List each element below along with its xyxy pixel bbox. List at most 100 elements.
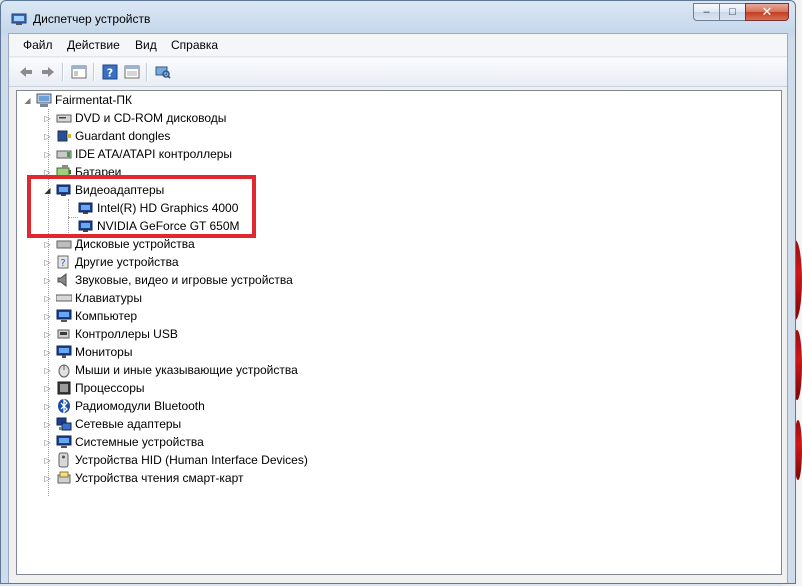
disk-drive-icon <box>56 240 72 249</box>
tree-device-intel-hd[interactable]: Intel(R) HD Graphics 4000 <box>78 199 238 217</box>
tree-item-display-adapters[interactable]: ◢ Видеоадаптеры <box>43 181 164 199</box>
tree-item-label: Устройства HID (Human Interface Devices) <box>75 453 308 467</box>
tree-item-label: Компьютер <box>75 309 138 323</box>
collapse-arrow-icon[interactable]: ◢ <box>43 181 52 199</box>
toolbar-separator <box>146 63 148 81</box>
tree-item-other-devices[interactable]: ▷ ? Другие устройства <box>43 253 179 271</box>
tree-item-keyboards[interactable]: ▷ Клавиатуры <box>43 289 142 307</box>
expand-arrow-icon[interactable]: ▷ <box>43 451 52 469</box>
expand-arrow-icon[interactable]: ▷ <box>43 325 52 343</box>
window-title: Диспетчер устройств <box>33 12 151 26</box>
tree-item-label: Intel(R) HD Graphics 4000 <box>97 201 239 215</box>
tree-item-label: Контроллеры USB <box>75 327 178 341</box>
ide-controller-icon <box>56 150 72 159</box>
tree-item-usb[interactable]: ▷ Контроллеры USB <box>43 325 178 343</box>
hid-icon <box>58 452 69 468</box>
menu-bar: Файл Действие Вид Справка <box>9 34 787 57</box>
expand-arrow-icon[interactable]: ▷ <box>43 235 52 253</box>
network-adapter-icon <box>56 417 72 431</box>
tree-item-label: Мониторы <box>75 345 133 359</box>
tree-item-dvd[interactable]: ▷ DVD и CD-ROM дисководы <box>43 109 226 127</box>
computer-icon <box>36 93 52 107</box>
tree-item-bluetooth[interactable]: ▷ Радиомодули Bluetooth <box>43 397 205 415</box>
expand-arrow-icon[interactable]: ▷ <box>43 163 52 181</box>
menu-action[interactable]: Действие <box>67 38 120 52</box>
tree-item-mice[interactable]: ▷ Мыши и иные указывающие устройства <box>43 361 298 379</box>
expand-arrow-icon[interactable]: ▷ <box>43 343 52 361</box>
tree-item-system[interactable]: ▷ Системные устройства <box>43 433 204 451</box>
close-icon: ✕ <box>761 4 773 19</box>
expand-arrow-icon[interactable]: ▷ <box>43 433 52 451</box>
client-area: Файл Действие Вид Справка ? ◢ Fairmentat… <box>8 33 788 583</box>
collapse-arrow-icon[interactable]: ◢ <box>23 91 32 109</box>
speaker-icon <box>57 272 67 288</box>
back-arrow-icon[interactable] <box>17 63 35 81</box>
help-icon[interactable]: ? <box>101 63 119 81</box>
minimize-button[interactable]: – <box>693 3 719 21</box>
tree-item-sound[interactable]: ▷ Звуковые, видео и игровые устройства <box>43 271 293 289</box>
tree-device-nvidia[interactable]: NVIDIA GeForce GT 650M <box>78 217 240 235</box>
tree-root-node[interactable]: ◢ Fairmentat-ПК <box>23 91 132 109</box>
tree-item-computer[interactable]: ▷ Компьютер <box>43 307 137 325</box>
expand-arrow-icon[interactable]: ▷ <box>43 127 52 145</box>
display-adapter-icon <box>78 220 93 232</box>
forward-arrow-icon[interactable] <box>39 63 57 81</box>
expand-arrow-icon[interactable]: ▷ <box>43 379 52 397</box>
close-button[interactable]: ✕ <box>745 3 789 21</box>
expand-arrow-icon[interactable]: ▷ <box>43 397 52 415</box>
expand-arrow-icon[interactable]: ▷ <box>43 361 52 379</box>
tree-item-batteries[interactable]: ▷ Батареи <box>43 163 121 181</box>
battery-icon <box>56 165 71 177</box>
tree-item-label: Звуковые, видео и игровые устройства <box>75 273 293 287</box>
expand-arrow-icon[interactable]: ▷ <box>43 307 52 325</box>
svg-text:?: ? <box>107 67 113 80</box>
properties-pane-icon[interactable] <box>70 63 88 81</box>
scan-hardware-icon[interactable] <box>154 63 172 81</box>
expand-arrow-icon[interactable]: ▷ <box>43 271 52 289</box>
tree-item-label: DVD и CD-ROM дисководы <box>75 111 227 125</box>
maximize-button[interactable]: □ <box>719 3 745 21</box>
tree-item-label: Системные устройства <box>75 435 204 449</box>
menu-view[interactable]: Вид <box>135 38 157 52</box>
toolbar-separator <box>62 63 64 81</box>
dongle-icon <box>57 130 71 142</box>
keyboard-icon <box>56 294 72 302</box>
show-hide-console-tree-icon[interactable] <box>123 63 141 81</box>
tree-item-network[interactable]: ▷ Сетевые адаптеры <box>43 415 181 433</box>
tree-item-processors[interactable]: ▷ Процессоры <box>43 379 145 397</box>
tree-item-label: Радиомодули Bluetooth <box>75 399 205 413</box>
tree-item-smart-card[interactable]: ▷ Устройства чтения смарт-карт <box>43 469 243 487</box>
menu-file[interactable]: Файл <box>23 38 53 52</box>
tree-item-label: Дисковые устройства <box>75 237 195 251</box>
device-tree[interactable]: ◢ Fairmentat-ПК ▷ DVD и CD-ROM дисководы… <box>16 90 782 575</box>
expand-arrow-icon[interactable]: ▷ <box>43 145 52 163</box>
tree-item-label: Сетевые адаптеры <box>75 417 182 431</box>
title-bar[interactable]: Диспетчер устройств – □ ✕ <box>1 1 795 35</box>
maximize-icon: □ <box>729 6 736 18</box>
menu-help[interactable]: Справка <box>171 38 218 52</box>
bluetooth-icon <box>58 398 70 414</box>
expand-arrow-icon[interactable]: ▷ <box>43 469 52 487</box>
tree-item-disk-drives[interactable]: ▷ Дисковые устройства <box>43 235 195 253</box>
expand-arrow-icon[interactable]: ▷ <box>43 415 52 433</box>
minimize-icon: – <box>703 6 710 18</box>
tree-item-label: Другие устройства <box>75 255 179 269</box>
tree-item-monitors[interactable]: ▷ Мониторы <box>43 343 132 361</box>
tree-item-label: Устройства чтения смарт-карт <box>75 471 244 485</box>
toolbar: ? <box>9 58 787 87</box>
usb-controller-icon <box>57 329 70 339</box>
caption-buttons: – □ ✕ <box>693 3 789 23</box>
expand-arrow-icon[interactable]: ▷ <box>43 109 52 127</box>
tree-item-guardant[interactable]: ▷ Guardant dongles <box>43 127 170 145</box>
tree-item-label: Процессоры <box>75 381 145 395</box>
mouse-icon <box>58 364 70 378</box>
other-devices-icon: ? <box>57 255 69 269</box>
tree-item-label: Видеоадаптеры <box>75 183 165 197</box>
expand-arrow-icon[interactable]: ▷ <box>43 289 52 307</box>
svg-text:?: ? <box>60 258 65 269</box>
smart-card-reader-icon <box>57 471 71 484</box>
toolbar-separator <box>93 63 95 81</box>
tree-item-hid[interactable]: ▷ Устройства HID (Human Interface Device… <box>43 451 308 469</box>
tree-item-ide[interactable]: ▷ IDE ATA/ATAPI контроллеры <box>43 145 232 163</box>
expand-arrow-icon[interactable]: ▷ <box>43 253 52 271</box>
